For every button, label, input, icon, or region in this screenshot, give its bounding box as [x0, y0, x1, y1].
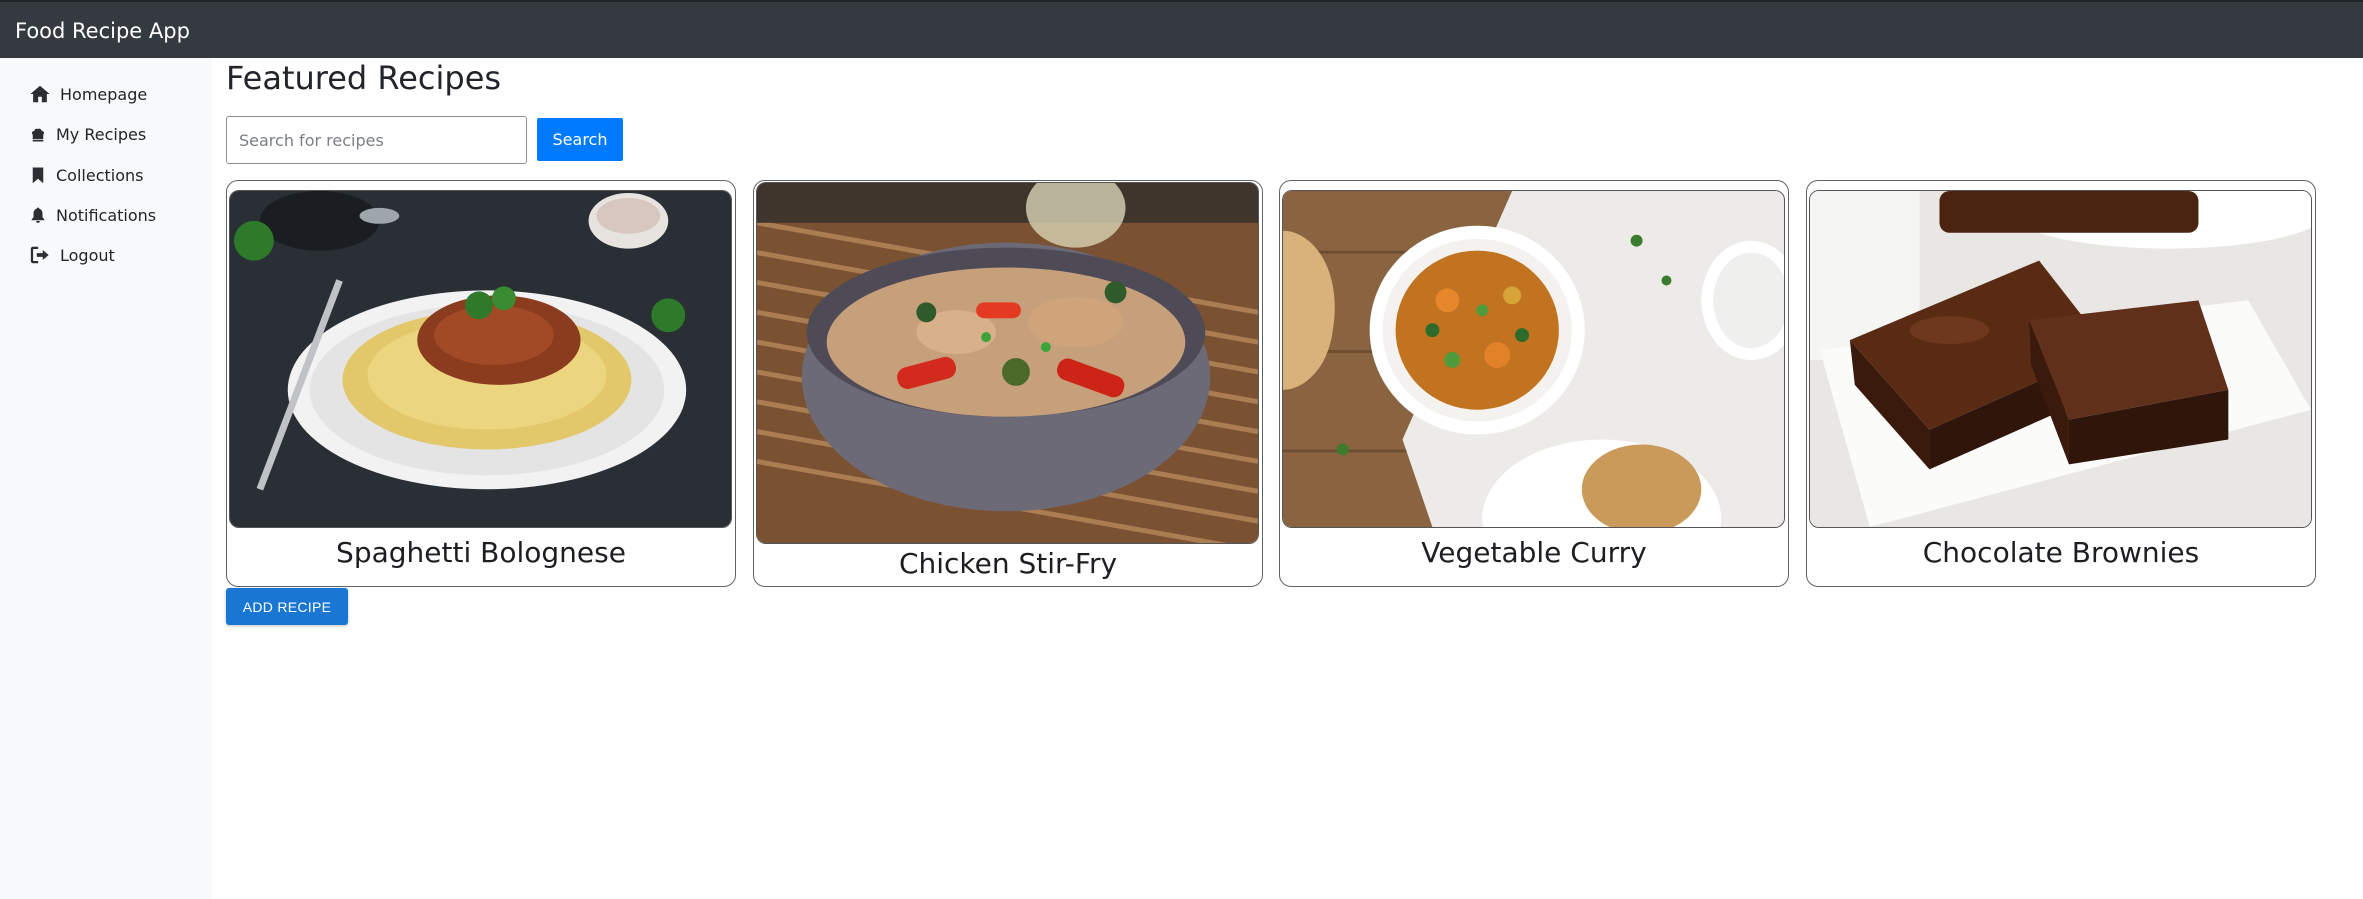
- bookmark-icon: [29, 164, 47, 186]
- recipe-card-chocolate-brownies[interactable]: Chocolate Brownies: [1806, 180, 2316, 587]
- recipe-card-spaghetti-bolognese[interactable]: Spaghetti Bolognese: [226, 180, 736, 587]
- sidebar-item-label: My Recipes: [56, 124, 147, 144]
- sidebar-item-logout[interactable]: Logout: [29, 240, 115, 270]
- sidebar-item-my-recipes[interactable]: My Recipes: [29, 119, 146, 149]
- sidebar-item-homepage[interactable]: Homepage: [29, 79, 147, 109]
- sidebar-item-label: Homepage: [60, 84, 148, 104]
- sidebar-item-label: Notifications: [56, 205, 157, 225]
- add-recipe-button[interactable]: ADD RECIPE: [226, 588, 348, 625]
- app-title[interactable]: Food Recipe App: [15, 19, 190, 43]
- recipe-title: Chocolate Brownies: [1922, 536, 2200, 569]
- sidebar-item-notifications[interactable]: Notifications: [29, 200, 156, 230]
- chef-hat-icon: [29, 123, 47, 145]
- recipe-card-vegetable-curry[interactable]: Vegetable Curry: [1279, 180, 1789, 587]
- search-input[interactable]: [226, 116, 527, 164]
- recipe-title: Vegetable Curry: [1421, 536, 1647, 569]
- sidebar-item-collections[interactable]: Collections: [29, 160, 143, 190]
- sidebar: Homepage My Recipes Collections Notifica…: [0, 58, 212, 899]
- recipe-title: Chicken Stir-Fry: [898, 547, 1118, 580]
- top-navbar: Food Recipe App: [0, 0, 2363, 58]
- recipe-image: [756, 182, 1259, 544]
- recipe-card-chicken-stir-fry[interactable]: Chicken Stir-Fry: [753, 180, 1263, 587]
- page-title: Featured Recipes: [226, 59, 502, 97]
- logout-icon: [29, 244, 51, 266]
- recipe-image: [1282, 190, 1785, 528]
- search-button[interactable]: Search: [537, 118, 623, 161]
- recipe-image: [1809, 190, 2312, 528]
- sidebar-item-label: Logout: [60, 245, 115, 265]
- home-icon: [29, 83, 51, 105]
- recipe-image: [229, 190, 732, 528]
- bell-icon: [29, 204, 47, 226]
- recipe-title: Spaghetti Bolognese: [336, 536, 626, 569]
- sidebar-item-label: Collections: [56, 165, 144, 185]
